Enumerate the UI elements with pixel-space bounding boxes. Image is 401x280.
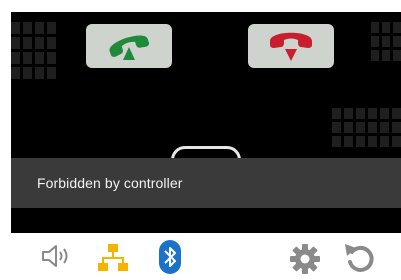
reset-icon[interactable]: [342, 240, 378, 276]
network-icon[interactable]: [96, 242, 130, 274]
background-pattern-left: [11, 22, 56, 79]
answer-call-button[interactable]: [86, 24, 172, 68]
phone-answer-icon: [109, 35, 150, 60]
bluetooth-icon[interactable]: [158, 239, 182, 275]
hangup-call-button[interactable]: [248, 24, 334, 68]
phone-hangup-icon: [270, 32, 312, 61]
video-screen: Forbidden by controller: [11, 12, 401, 233]
toast-message: Forbidden by controller: [37, 175, 183, 191]
background-pattern-right-lower: [332, 108, 401, 147]
toast-notification: Forbidden by controller: [11, 158, 401, 208]
bottom-toolbar: [0, 233, 401, 280]
background-pattern-right: [371, 22, 401, 61]
speaker-icon[interactable]: [40, 243, 74, 269]
settings-gear-icon[interactable]: [288, 242, 322, 276]
